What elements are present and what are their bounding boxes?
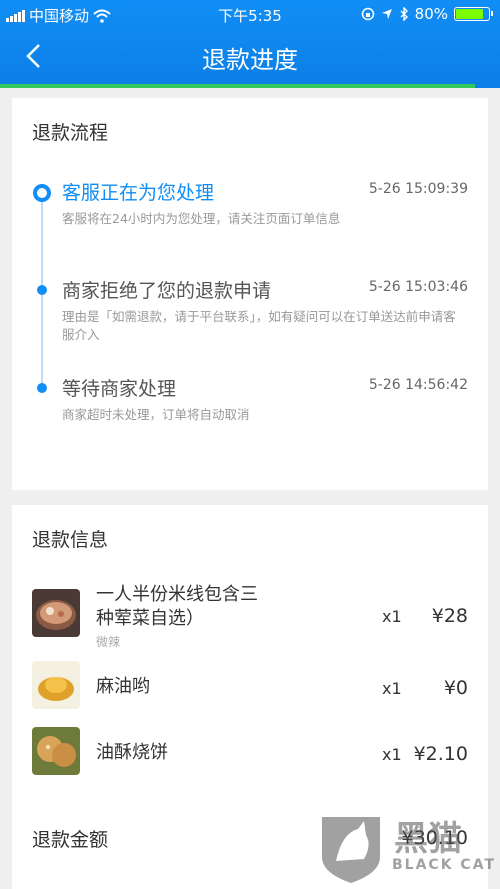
refund-item[interactable]: 麻油哟 x1 ¥0 — [12, 661, 488, 721]
location-icon — [381, 9, 392, 19]
item-price: ¥2.10 — [413, 743, 468, 765]
app-header: 中国移动 下午5:35 80% 退款进度 — [0, 0, 500, 88]
battery-icon — [454, 7, 493, 21]
item-name: 油酥烧饼 — [96, 742, 168, 763]
bluetooth-icon — [400, 7, 408, 21]
item-name-line1: 一人半份米线包含三 — [96, 584, 258, 605]
step-desc: 理由是「如需退款，请于平台联系」，如有疑问可以在订单送达前申请客服介入 — [62, 309, 456, 342]
refund-info-title: 退款信息 — [32, 529, 109, 551]
step-time: 5-26 15:03:46 — [368, 279, 468, 295]
lock-rotation-icon — [361, 7, 374, 21]
watermark-brand-en: BLACK CAT — [392, 857, 496, 873]
item-name-line2: 种荤菜自选） — [96, 608, 204, 629]
item-name: 麻油哟 — [96, 676, 150, 697]
status-bar: 中国移动 下午5:35 80% — [0, 0, 500, 28]
food-thumbnail — [32, 661, 80, 709]
cat-logo-icon — [322, 817, 380, 883]
refund-flow-title: 退款流程 — [32, 122, 109, 144]
item-price: ¥0 — [443, 677, 468, 699]
timeline-dot-active — [33, 184, 51, 202]
item-qty: x1 — [382, 745, 402, 764]
item-qty: x1 — [382, 607, 402, 626]
battery-percent: 80% — [414, 5, 448, 23]
item-price: ¥28 — [431, 605, 468, 627]
refund-flow-card: 退款流程 客服正在为您处理 5-26 15:09:39 客服将在24小时内为您处… — [12, 98, 488, 490]
step-desc: 商家超时未处理，订单将自动取消 — [62, 407, 250, 422]
refund-item[interactable]: 一人半份米线包含三 种荤菜自选） 微辣 x1 ¥28 — [12, 583, 488, 649]
nav-bar: 退款进度 — [0, 28, 500, 84]
progress-accent-line — [0, 84, 475, 88]
item-spice-level: 微辣 — [96, 635, 121, 649]
refund-item[interactable]: 油酥烧饼 x1 ¥2.10 — [12, 727, 488, 787]
timeline-dot — [37, 285, 47, 295]
item-qty: x1 — [382, 679, 402, 698]
page-title: 退款进度 — [202, 46, 298, 74]
step-title: 等待商家处理 — [62, 378, 177, 400]
food-thumbnail — [32, 727, 80, 775]
step-time: 5-26 14:56:42 — [368, 377, 468, 393]
watermark-brand: 黑猫 — [394, 819, 462, 859]
timeline-dot — [37, 383, 47, 393]
step-time: 5-26 15:09:39 — [368, 181, 468, 197]
step-title: 客服正在为您处理 — [62, 182, 215, 204]
watermark-logo: 黑猫 BLACK CAT — [316, 811, 496, 885]
food-thumbnail — [32, 589, 80, 637]
refund-amount-label: 退款金额 — [32, 829, 109, 851]
step-title: 商家拒绝了您的退款申请 — [62, 280, 272, 302]
step-desc: 客服将在24小时内为您处理，请关注页面订单信息 — [62, 211, 341, 226]
